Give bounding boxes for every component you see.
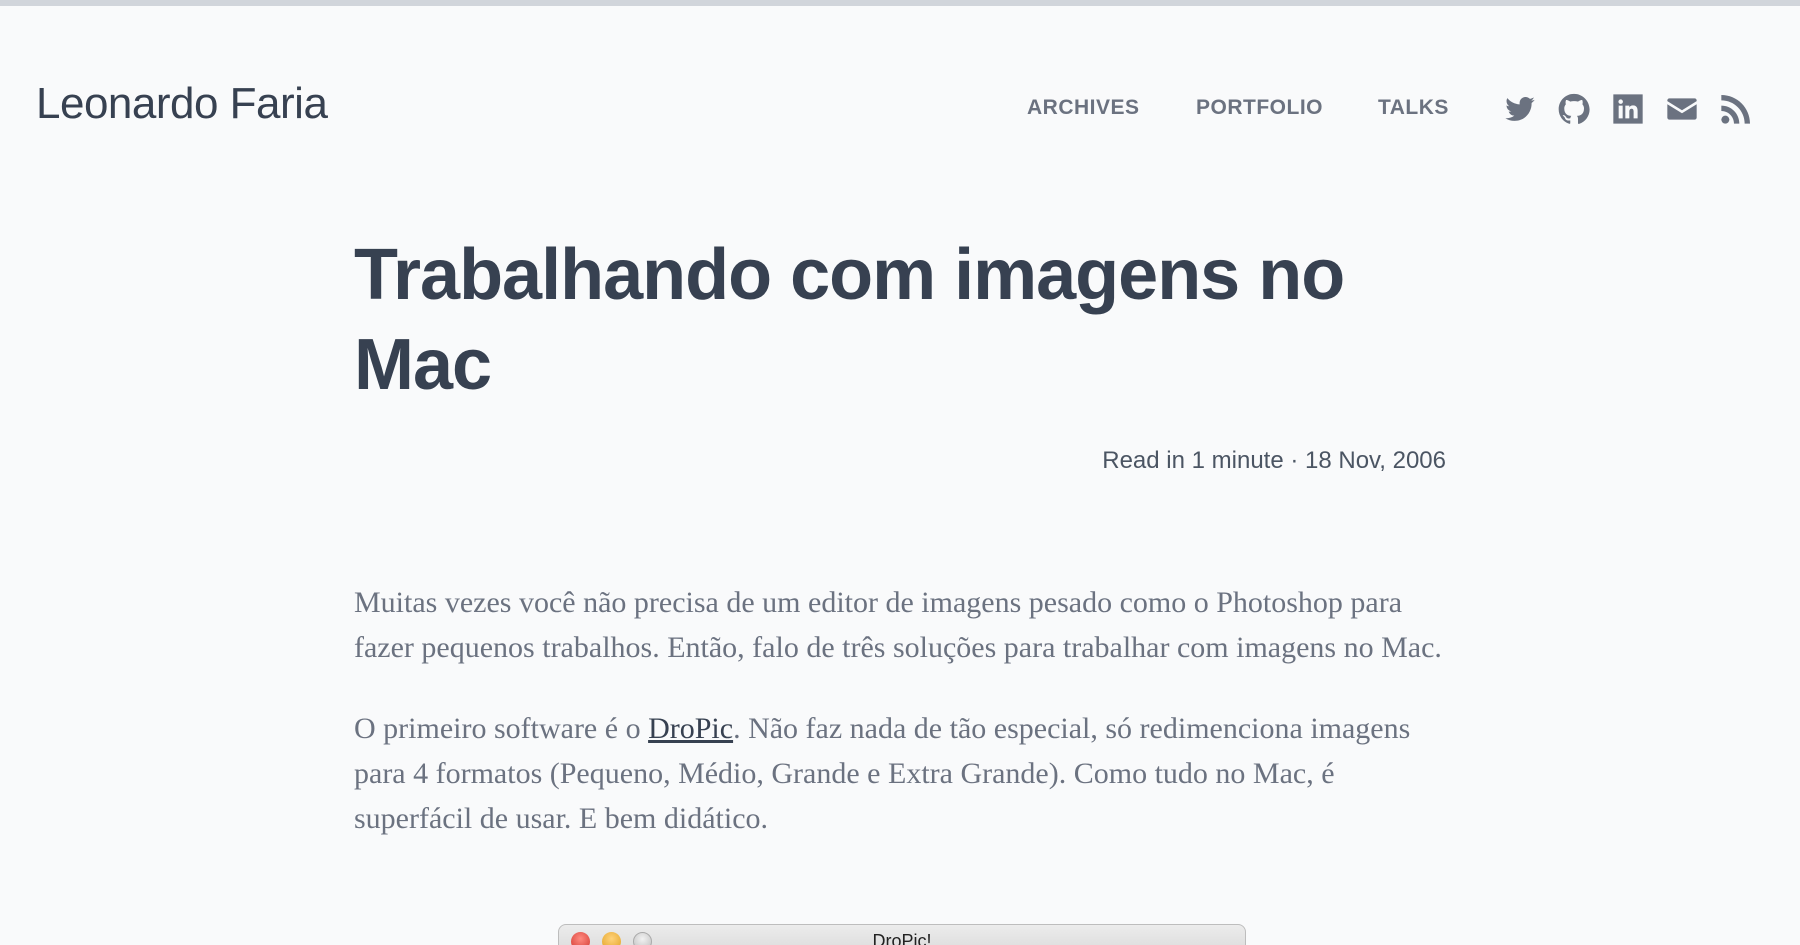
post-paragraph: Muitas vezes você não precisa de um edit… (354, 586, 1442, 664)
email-icon (1667, 98, 1697, 120)
rss-icon (1721, 95, 1750, 124)
github-icon (1558, 93, 1590, 124)
post-paragraph: O primeiro software é o DroPic. Não faz … (354, 706, 1446, 841)
site-title-link[interactable]: Leonardo Faria (36, 82, 328, 126)
linkedin-link[interactable] (1612, 93, 1644, 125)
nav-talks-link[interactable]: TALKS (1378, 96, 1449, 120)
rss-link[interactable] (1720, 93, 1752, 125)
post-title: Trabalhando com imagens no Mac (354, 235, 1345, 405)
email-link[interactable] (1666, 93, 1698, 125)
nav-archives-link[interactable]: ARCHIVES (1027, 96, 1140, 120)
paragraph-text: O primeiro software é o (354, 712, 649, 745)
site-header: Leonardo Faria ARCHIVES PORTFOLIO TALKS (0, 6, 1800, 206)
nav-portfolio-link[interactable]: PORTFOLIO (1196, 96, 1323, 120)
twitter-link[interactable] (1504, 93, 1536, 125)
github-link[interactable] (1558, 93, 1590, 125)
post-body: Muitas vezes você não precisa de um edit… (354, 580, 1446, 877)
dropic-screenshot-image: DroPic! (558, 924, 1246, 945)
linkedin-icon (1613, 94, 1643, 124)
window-title: DroPic! (872, 931, 932, 945)
dropic-link[interactable]: DroPic (648, 712, 733, 745)
twitter-icon (1505, 97, 1535, 121)
post-meta: Read in 1 minute · 18 Nov, 2006 (1102, 447, 1446, 474)
